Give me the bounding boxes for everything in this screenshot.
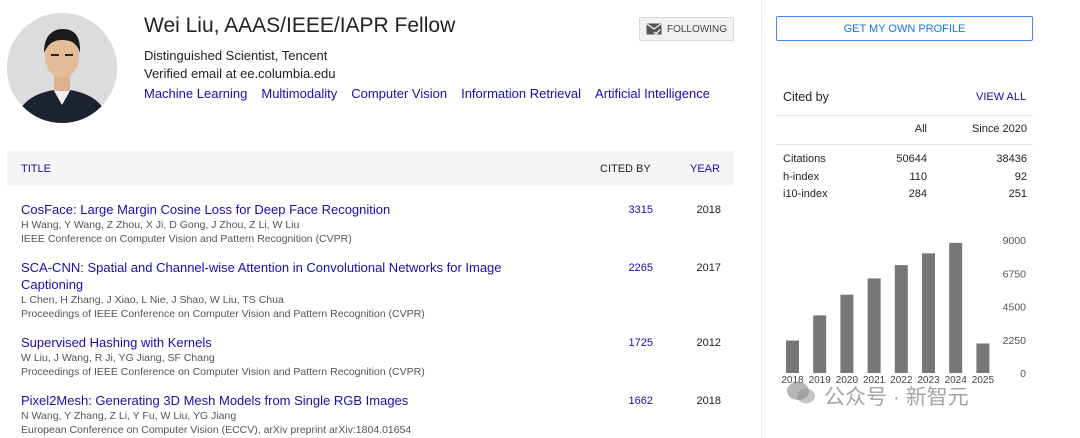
stats-header: All Since 2020 — [783, 123, 1027, 137]
paper-year: 2017 — [696, 262, 721, 274]
profile-affiliation: Distinguished Scientist, Tencent — [144, 48, 328, 63]
paper-venue: Proceedings of IEEE Conference on Comput… — [21, 366, 425, 378]
chart-bar[interactable] — [867, 278, 881, 373]
paper-venue: Proceedings of IEEE Conference on Comput… — [21, 308, 425, 320]
stat-all: 284 — [908, 188, 927, 200]
stat-since: 38436 — [996, 153, 1027, 165]
x-tick-label: 2025 — [972, 375, 995, 386]
table-row: Pixel2Mesh: Generating 3D Mesh Models fr… — [21, 392, 734, 437]
cited-by-link[interactable]: 1662 — [607, 395, 653, 407]
table-header: TITLE CITED BY YEAR — [7, 151, 734, 186]
chart-bar[interactable] — [922, 253, 935, 373]
table-row: SCA-CNN: Spatial and Channel-wise Attent… — [21, 259, 734, 321]
get-own-profile-button[interactable]: GET MY OWN PROFILE — [776, 16, 1033, 41]
following-label: FOLLOWING — [666, 23, 727, 35]
paper-authors: W Liu, J Wang, R Ji, YG Jiang, SF Chang — [21, 352, 215, 364]
wechat-icon — [786, 380, 816, 412]
profile-avatar — [7, 13, 117, 123]
stat-label: Citations — [783, 153, 826, 165]
cited-by-link[interactable]: 3315 — [607, 204, 653, 216]
paper-year: 2012 — [696, 337, 721, 349]
chart-bar[interactable] — [949, 242, 963, 373]
stat-row-citations: Citations 50644 38436 — [783, 153, 1027, 167]
paper-year: 2018 — [696, 395, 721, 407]
cited-by-title: Cited by — [783, 90, 829, 104]
stat-row-h-index: h-index 110 92 — [783, 171, 1027, 185]
paper-authors: H Wang, Y Wang, Z Zhou, X Ji, D Gong, J … — [21, 219, 300, 231]
sort-title-header[interactable]: TITLE — [21, 163, 51, 175]
y-tick-label: 0 — [1020, 368, 1026, 380]
chart-bar[interactable] — [786, 340, 799, 373]
y-tick-label: 6750 — [1003, 268, 1027, 280]
paper-title-link[interactable]: Supervised Hashing with Kernels — [21, 334, 561, 351]
interest-link[interactable]: Multimodality — [261, 86, 337, 101]
y-tick-label: 2250 — [1003, 335, 1027, 347]
paper-authors: N Wang, Y Zhang, Z Li, Y Fu, W Liu, YG J… — [21, 410, 237, 422]
paper-title-link[interactable]: SCA-CNN: Spatial and Channel-wise Attent… — [21, 259, 561, 293]
following-button[interactable]: FOLLOWING — [639, 17, 734, 41]
paper-year: 2018 — [696, 204, 721, 216]
interest-link[interactable]: Information Retrieval — [461, 86, 581, 101]
paper-venue: European Conference on Computer Vision (… — [21, 424, 412, 436]
watermark: 公众号 · 新智元 — [786, 380, 969, 412]
view-all-link[interactable]: VIEW ALL — [976, 91, 1026, 103]
profile-name: Wei Liu, AAAS/IEEE/IAPR Fellow — [144, 14, 456, 37]
chart-bar[interactable] — [976, 343, 990, 373]
stat-row-i10-index: i10-index 284 251 — [783, 188, 1027, 202]
col-since-header: Since 2020 — [971, 123, 1027, 135]
interest-link[interactable]: Computer Vision — [351, 86, 447, 101]
table-row: CosFace: Large Margin Cosine Loss for De… — [21, 201, 734, 246]
stat-since: 251 — [1008, 188, 1027, 200]
table-row: Supervised Hashing with Kernels W Liu, J… — [21, 334, 734, 379]
stat-all: 110 — [909, 171, 927, 183]
cited-by-link[interactable]: 1725 — [607, 337, 653, 349]
divider — [776, 144, 1033, 145]
paper-title-link[interactable]: CosFace: Large Margin Cosine Loss for De… — [21, 201, 561, 218]
paper-venue: IEEE Conference on Computer Vision and P… — [21, 233, 352, 245]
watermark-text: 公众号 · 新智元 — [824, 386, 969, 409]
panel-divider — [761, 0, 762, 438]
col-all-header: All — [914, 123, 927, 135]
chart-bar[interactable] — [894, 265, 908, 373]
cited-by-link[interactable]: 2265 — [607, 262, 653, 274]
chart-bar[interactable] — [813, 315, 827, 373]
interest-link[interactable]: Artificial Intelligence — [595, 86, 710, 101]
mail-check-icon — [646, 23, 662, 35]
divider — [776, 115, 1033, 116]
y-tick-label: 4500 — [1003, 302, 1027, 314]
interest-link[interactable]: Machine Learning — [144, 86, 247, 101]
sort-year-header[interactable]: YEAR — [690, 163, 720, 175]
paper-title-link[interactable]: Pixel2Mesh: Generating 3D Mesh Models fr… — [21, 392, 561, 409]
profile-email: Verified email at ee.columbia.edu — [144, 66, 336, 81]
paper-authors: L Chen, H Zhang, J Xiao, L Nie, J Shao, … — [21, 294, 284, 306]
chart-bar[interactable] — [840, 294, 854, 373]
stat-label: h-index — [783, 171, 820, 183]
cited-by-header: CITED BY — [600, 163, 651, 175]
citations-bar-chart: 2018 2019 2020 2021 2022 2023 2024 202590006750… — [781, 235, 1027, 386]
research-interests: Machine Learning Multimodality Computer … — [144, 86, 710, 101]
y-tick-label: 9000 — [1003, 235, 1027, 247]
stat-all: 50644 — [896, 153, 927, 165]
stat-label: i10-index — [783, 188, 828, 200]
stat-since: 92 — [1014, 171, 1027, 183]
